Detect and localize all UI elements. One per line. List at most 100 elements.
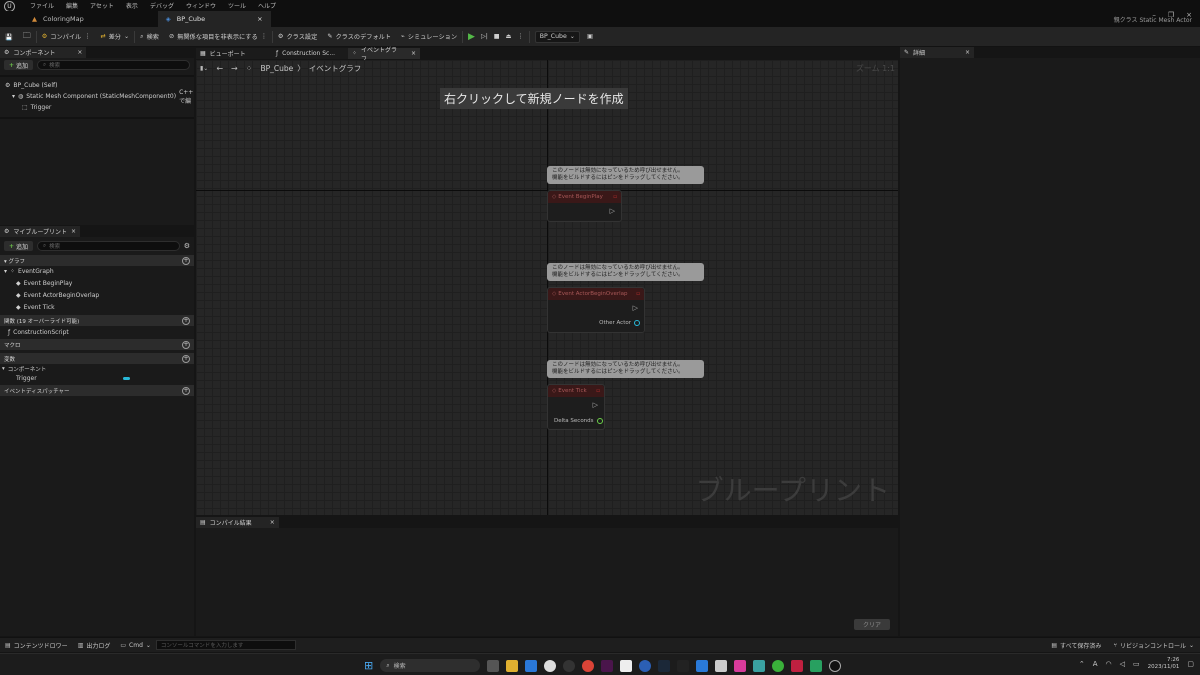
forward-arrow-icon[interactable]: →	[231, 64, 238, 73]
notion-app-icon[interactable]	[620, 659, 633, 672]
menu-item-6[interactable]: ツール	[228, 1, 246, 10]
app-green-icon[interactable]	[772, 659, 785, 672]
section-event-dispatchers[interactable]: イベントディスパッチャー +	[0, 385, 194, 396]
find-button[interactable]: ⌕ 検索	[135, 27, 164, 47]
debug-object-icon[interactable]: ▣	[587, 33, 593, 40]
settings-app-icon[interactable]	[487, 659, 500, 672]
tab-event-graph[interactable]: ⁘ イベントグラフ ×	[348, 47, 420, 63]
close-icon[interactable]: ×	[257, 15, 262, 23]
node-event-tick[interactable]: ◇ Event Tick ▫ ▷ Delta Seconds	[547, 384, 605, 430]
category-components[interactable]: ▾ コンポーネント	[0, 364, 194, 373]
add-graph-icon[interactable]: +	[182, 256, 190, 265]
component-self[interactable]: ⚙ BP_Cube (Self)	[0, 80, 194, 91]
my-blueprint-search-input[interactable]: ⌕ 検索	[37, 241, 180, 251]
add-dispatcher-icon[interactable]: +	[182, 386, 190, 395]
debug-target-select[interactable]: BP_Cube ⌄	[534, 30, 580, 43]
tab-bp-cube[interactable]: ◈ BP_Cube ×	[157, 11, 271, 27]
tab-components[interactable]: ⚙ コンポーネント ×	[0, 47, 87, 58]
close-icon[interactable]: ×	[270, 519, 275, 526]
gear-icon[interactable]: ⚙	[184, 242, 190, 250]
save-button[interactable]: 💾	[0, 27, 18, 47]
explorer-app-icon[interactable]	[506, 659, 519, 672]
stop-icon[interactable]: ■	[494, 33, 500, 40]
clear-button[interactable]: クリア	[853, 619, 890, 630]
component-static-mesh[interactable]: ▾ ◍ Static Mesh Component (StaticMeshCompo…	[0, 89, 194, 105]
more-icon[interactable]: ⋮	[518, 33, 524, 40]
component-trigger[interactable]: ⬚ Trigger	[0, 102, 194, 113]
class-settings-button[interactable]: ⚙ クラス設定	[273, 27, 322, 47]
compile-button[interactable]: ⚙ コンパイル ⋮	[37, 27, 96, 47]
node-event-actorbeginoverlap[interactable]: ◇ Event ActorBeginOverlap ▫ ▷ Other Actor	[547, 287, 645, 333]
variable-trigger[interactable]: Trigger	[0, 373, 130, 383]
add-macro-icon[interactable]: +	[182, 340, 190, 349]
item-event-tick[interactable]: ◆ Event Tick	[0, 301, 194, 313]
photos-app-icon[interactable]	[810, 659, 823, 672]
item-construction-script[interactable]: ƒ ConstructionScript	[0, 326, 194, 339]
vscode-app-icon[interactable]	[696, 659, 709, 672]
section-macros[interactable]: マクロ +	[0, 339, 194, 350]
pin-other-actor[interactable]: Other Actor	[599, 320, 640, 326]
add-blueprint-item-button[interactable]: + 追加	[4, 241, 34, 251]
clock[interactable]: 7:26 2023/11/01	[1148, 657, 1180, 671]
step-icon[interactable]: ▷|	[481, 33, 488, 40]
event-graph-canvas[interactable]: ▮⌄ ← → ⁘ BP_Cube 〉イベントグラフ ズーム 1:1 右クリックして…	[196, 60, 898, 515]
epic-app-icon[interactable]	[677, 659, 690, 672]
section-graphs[interactable]: ▾ グラフ +	[0, 255, 194, 266]
menu-item-2[interactable]: アセット	[90, 1, 114, 10]
revision-control-button[interactable]: ⑂ リビジョンコントロール ⌄	[1107, 641, 1200, 650]
close-icon[interactable]: ×	[77, 49, 82, 56]
simulation-button[interactable]: ⌁ シミュレーション	[396, 27, 462, 47]
diff-button[interactable]: ⇄ 差分 ⌄	[95, 27, 134, 47]
node-event-beginplay[interactable]: ◇ Event BeginPlay ▫ ▷	[547, 190, 622, 222]
menu-item-5[interactable]: ウィンドウ	[186, 1, 216, 10]
unreal-app-icon[interactable]	[829, 659, 842, 672]
chat-app-icon[interactable]	[544, 659, 557, 672]
figma-app-icon[interactable]	[715, 659, 728, 672]
add-function-icon[interactable]: +	[182, 316, 190, 325]
delegate-pin-icon[interactable]: ▫	[613, 194, 617, 200]
tab-coloringmap[interactable]: ▲ ColoringMap	[24, 11, 158, 27]
exec-pin-icon[interactable]: ▷	[633, 304, 638, 312]
item-eventgraph[interactable]: ▾ ⁘ EventGraph	[0, 266, 194, 277]
output-log-button[interactable]: ▥ 出力ログ	[73, 641, 116, 650]
section-variables[interactable]: 変数 +	[0, 353, 194, 364]
browse-button[interactable]: 🗀	[18, 27, 36, 47]
play-icon[interactable]: ▶	[468, 32, 475, 42]
save-all-status[interactable]: ▤ すべて保存済み	[1045, 641, 1107, 650]
office-app-icon[interactable]	[734, 659, 747, 672]
app-icon[interactable]	[563, 659, 576, 672]
delegate-pin-icon[interactable]: ▫	[596, 388, 600, 394]
notification-icon[interactable]: ▢	[1187, 660, 1194, 668]
menu-item-0[interactable]: ファイル	[30, 1, 54, 10]
components-search-input[interactable]: ⌕ 検索	[37, 60, 190, 70]
battery-icon[interactable]: ▭	[1133, 660, 1140, 668]
exec-pin-icon[interactable]: ▷	[610, 207, 615, 215]
menu-item-4[interactable]: デバッグ	[150, 1, 174, 10]
section-functions[interactable]: 関数 (19 オーバーライド可能) +	[0, 315, 194, 326]
delegate-pin-icon[interactable]: ▫	[636, 291, 640, 297]
maps-app-icon[interactable]	[753, 659, 766, 672]
back-arrow-icon[interactable]: ←	[216, 64, 223, 73]
volume-icon[interactable]: ◁	[1120, 660, 1125, 668]
tab-viewport[interactable]: ▦ ビューポート	[196, 48, 272, 59]
tab-compile-results[interactable]: ▤ コンパイル結果 ×	[196, 517, 279, 528]
tab-construction-script[interactable]: ƒ Construction Sc...	[272, 48, 348, 59]
menu-item-7[interactable]: ヘルプ	[258, 1, 276, 10]
menu-item-1[interactable]: 編集	[66, 1, 78, 10]
tab-my-blueprint[interactable]: ⚙ マイブループリント ×	[0, 226, 81, 237]
class-defaults-button[interactable]: ✎ クラスのデフォルト	[322, 27, 396, 47]
tab-details[interactable]: ✎ 詳細 ×	[900, 47, 974, 58]
taskbar-search[interactable]: ⌕ 検索	[380, 659, 481, 672]
console-input[interactable]: コンソールコマンドを入力します	[155, 640, 296, 650]
wifi-icon[interactable]: ◠	[1106, 660, 1112, 668]
add-variable-icon[interactable]: +	[182, 354, 190, 363]
steam-app-icon[interactable]	[658, 659, 671, 672]
slack-app-icon[interactable]	[601, 659, 614, 672]
close-icon[interactable]: ×	[965, 49, 970, 56]
cmd-select[interactable]: ▭ Cmd ⌄	[115, 642, 156, 649]
paint-app-icon[interactable]	[525, 659, 538, 672]
pin-delta-seconds[interactable]: Delta Seconds	[554, 418, 603, 424]
chrome-app-icon[interactable]	[582, 659, 595, 672]
hide-unrelated-button[interactable]: ⊘ 無関係な項目を非表示にする ⋮	[164, 27, 272, 47]
close-icon[interactable]: ×	[411, 50, 416, 57]
